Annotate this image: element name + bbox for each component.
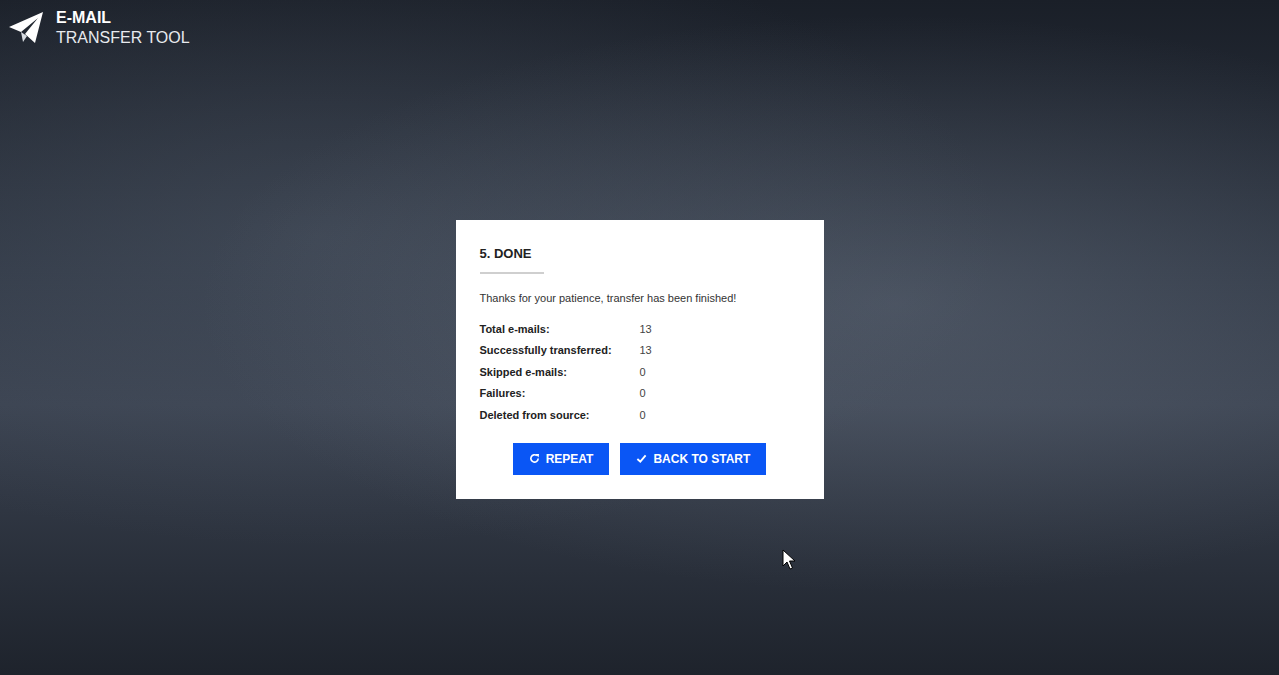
back-to-start-button[interactable]: BACK TO START [620,443,766,475]
done-dialog: 5. DONE Thanks for your patience, transf… [456,220,824,499]
stat-value: 13 [640,344,800,356]
stats-table: Total e-mails: 13Successfully transferre… [480,318,800,426]
refresh-icon [529,453,540,464]
stat-value: 0 [640,387,800,399]
logo-title: E-MAIL [56,8,190,28]
title-underline [480,272,544,274]
stat-row: Successfully transferred: 13 [480,340,800,362]
stat-value: 0 [640,366,800,378]
stat-row: Skipped e-mails: 0 [480,361,800,383]
mouse-cursor-icon [782,549,796,571]
stat-label: Successfully transferred: [480,344,640,356]
step-title: 5. DONE [480,246,800,262]
repeat-button[interactable]: REPEAT [513,443,610,475]
paper-plane-icon [8,10,44,46]
stat-value: 13 [640,323,800,335]
logo[interactable]: E-MAIL TRANSFER TOOL [8,8,1271,48]
button-bar: REPEAT BACK TO START [480,443,800,475]
app-header: E-MAIL TRANSFER TOOL [0,0,1279,55]
stat-label: Skipped e-mails: [480,366,640,378]
logo-subtitle: TRANSFER TOOL [56,28,190,48]
stat-label: Failures: [480,387,640,399]
stat-value: 0 [640,409,800,421]
check-icon [636,453,647,464]
stat-label: Deleted from source: [480,409,640,421]
stat-row: Failures: 0 [480,383,800,405]
stat-row: Total e-mails: 13 [480,318,800,340]
stat-row: Deleted from source: 0 [480,404,800,426]
background-photo: E-MAIL TRANSFER TOOL 5. DONE Thanks for … [0,0,1279,675]
finish-message: Thanks for your patience, transfer has b… [480,292,800,304]
stat-label: Total e-mails: [480,323,640,335]
